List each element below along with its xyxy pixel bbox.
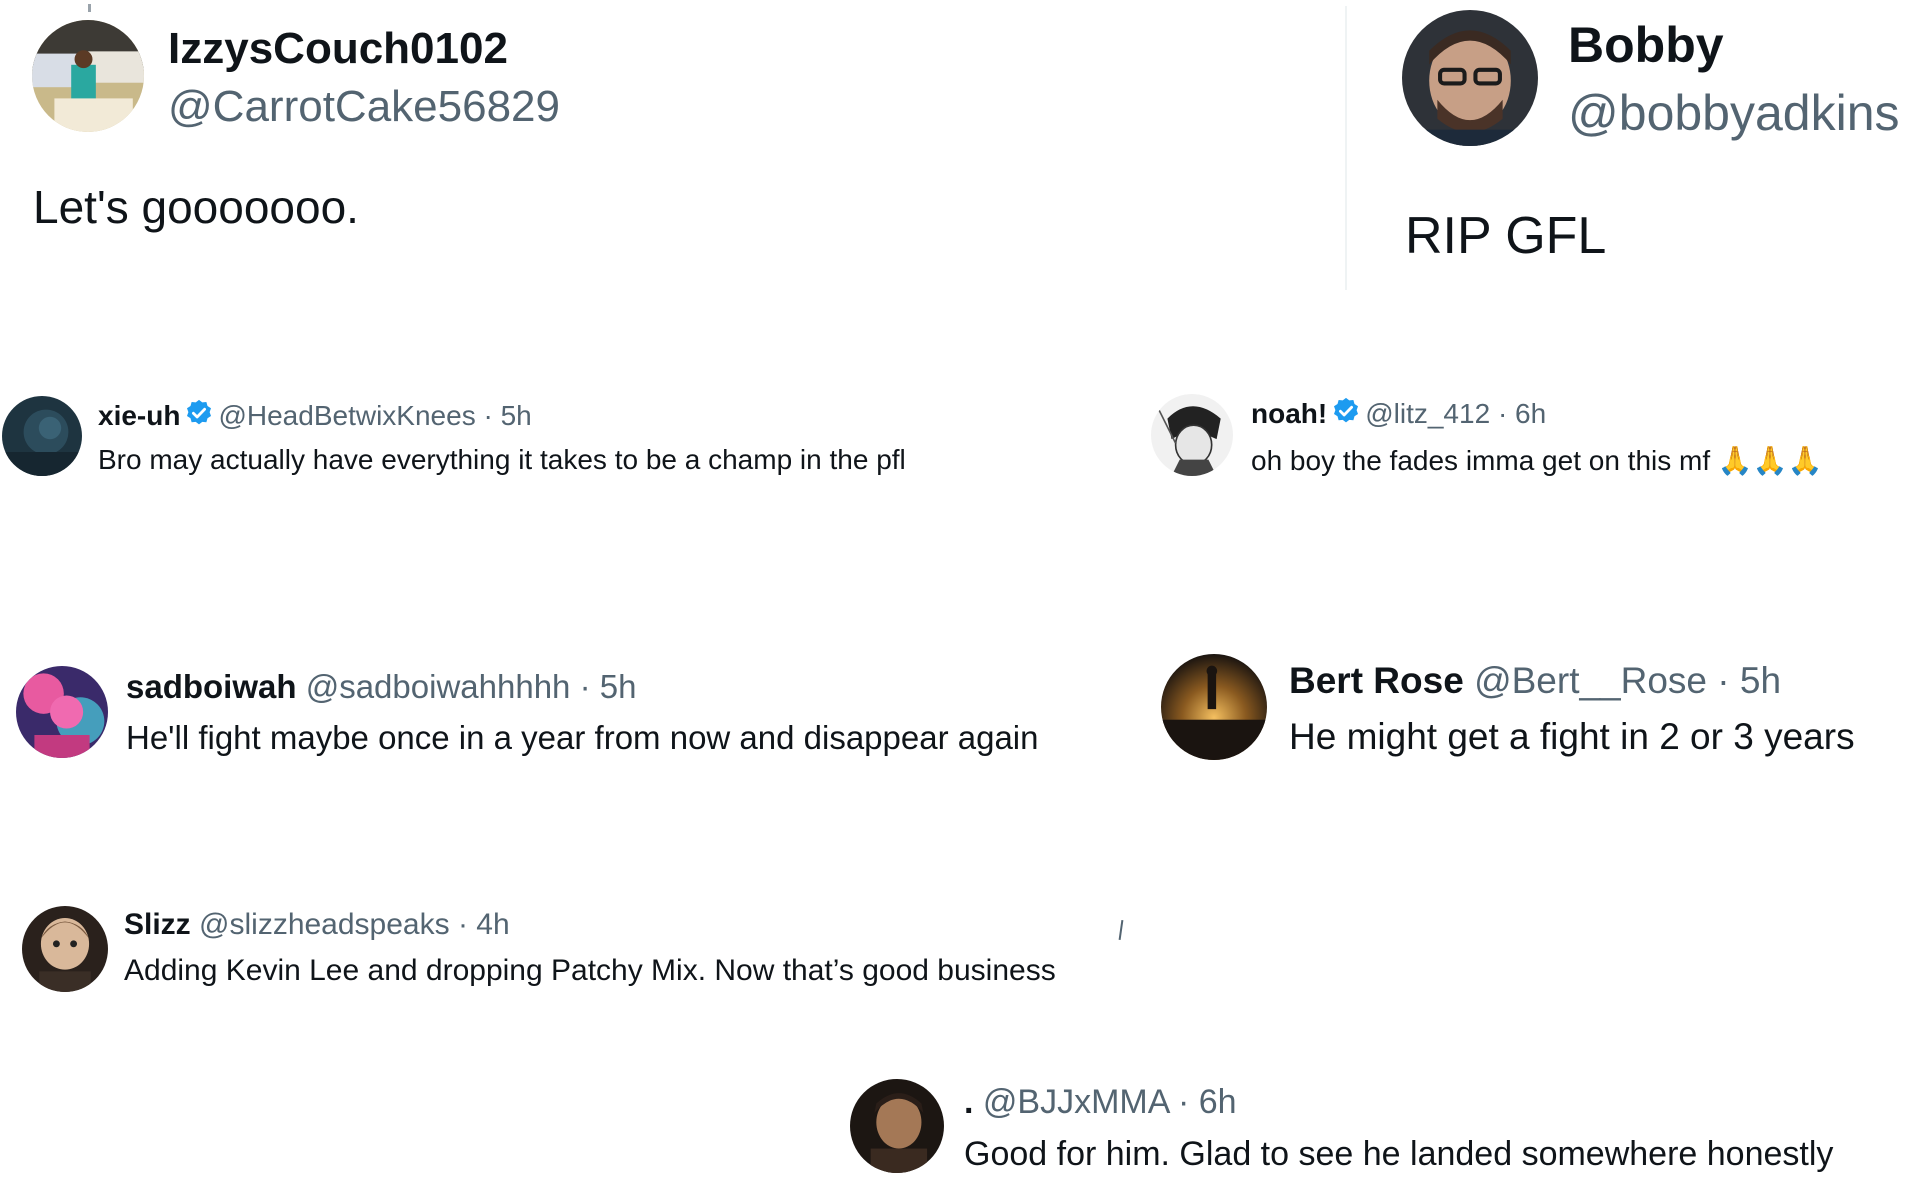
post-noah[interactable]: noah! @litz_412 · 6h oh boy the fades imm… [1145,390,1920,490]
post-timestamp[interactable]: · 4h [458,908,510,941]
user-handle[interactable]: @Bert__Rose [1474,660,1707,701]
post-text: RIP GFL [1405,207,1607,265]
post-text: He might get a fight in 2 or 3 years [1289,716,1855,757]
avatar[interactable] [22,906,108,992]
display-name[interactable]: xie-uh [98,400,180,431]
avatar[interactable] [32,20,144,132]
user-handle[interactable]: @bobbyadkins [1568,84,1900,142]
display-name[interactable]: sadboiwah [126,668,297,705]
post-slizz[interactable]: Slizz @slizzheadspeaks · 4h Adding Kevin… [0,900,1150,1010]
post-timestamp[interactable]: · 5h [483,400,531,431]
avatar[interactable] [1151,394,1233,476]
avatar[interactable] [1402,10,1538,146]
column-divider [1345,6,1347,290]
post-text: Good for him. Glad to see he landed some… [964,1135,1834,1173]
post-timestamp[interactable]: · 5h [1717,660,1781,701]
display-name[interactable]: Slizz [124,908,191,941]
user-handle[interactable]: @litz_412 [1365,398,1490,429]
verified-badge-icon [1331,396,1361,433]
display-name[interactable]: noah! [1251,398,1327,429]
display-name[interactable]: Bobby [1568,16,1724,74]
verified-badge-icon [184,398,214,435]
user-handle[interactable]: @CarrotCake56829 [168,82,560,132]
post-timestamp[interactable]: · 6h [1498,398,1546,429]
post-timestamp[interactable]: · 5h [580,668,637,705]
user-handle[interactable]: @BJJxMMA [983,1083,1169,1121]
post-text: Let's gooooooo. [33,181,359,233]
avatar[interactable] [850,1079,944,1173]
avatar[interactable] [16,666,108,758]
post-text: oh boy the fades imma get on this mf [1251,445,1711,476]
post-bert-rose[interactable]: Bert Rose @Bert__Rose · 5h He might get … [1155,650,1920,770]
user-handle[interactable]: @HeadBetwixKnees [218,400,475,431]
post-xie-uh[interactable]: xie-uh @HeadBetwixKnees · 5h Bro may actu… [0,390,1110,490]
post-text: Bro may actually have everything it take… [98,444,906,475]
avatar[interactable] [2,396,82,476]
post-text: He'll fight maybe once in a year from no… [126,719,1039,756]
post-timestamp[interactable]: · 6h [1178,1083,1237,1121]
post-sadboiwah[interactable]: sadboiwah @sadboiwahhhhh · 5h He'll figh… [0,660,1150,770]
display-name[interactable]: IzzysCouch0102 [168,24,508,74]
post-text: Adding Kevin Lee and dropping Patchy Mix… [124,954,1056,987]
avatar[interactable] [1161,654,1267,760]
user-handle[interactable]: @sadboiwahhhhh [306,668,571,705]
post-bjjxmma[interactable]: . @BJJxMMA · 6h Good for him. Glad to se… [850,1075,1920,1200]
praying-hands-emoji: 🙏🙏🙏 [1717,445,1823,476]
display-name[interactable]: Bert Rose [1289,660,1464,701]
user-handle[interactable]: @slizzheadspeaks [199,908,450,941]
display-name[interactable]: . [964,1083,973,1121]
post-izzyscouch[interactable]: IzzysCouch0102 @CarrotCake56829 Let's go… [0,0,1340,290]
post-bobby[interactable]: Bobby @bobbyadkins RIP GFL [1350,0,1920,290]
